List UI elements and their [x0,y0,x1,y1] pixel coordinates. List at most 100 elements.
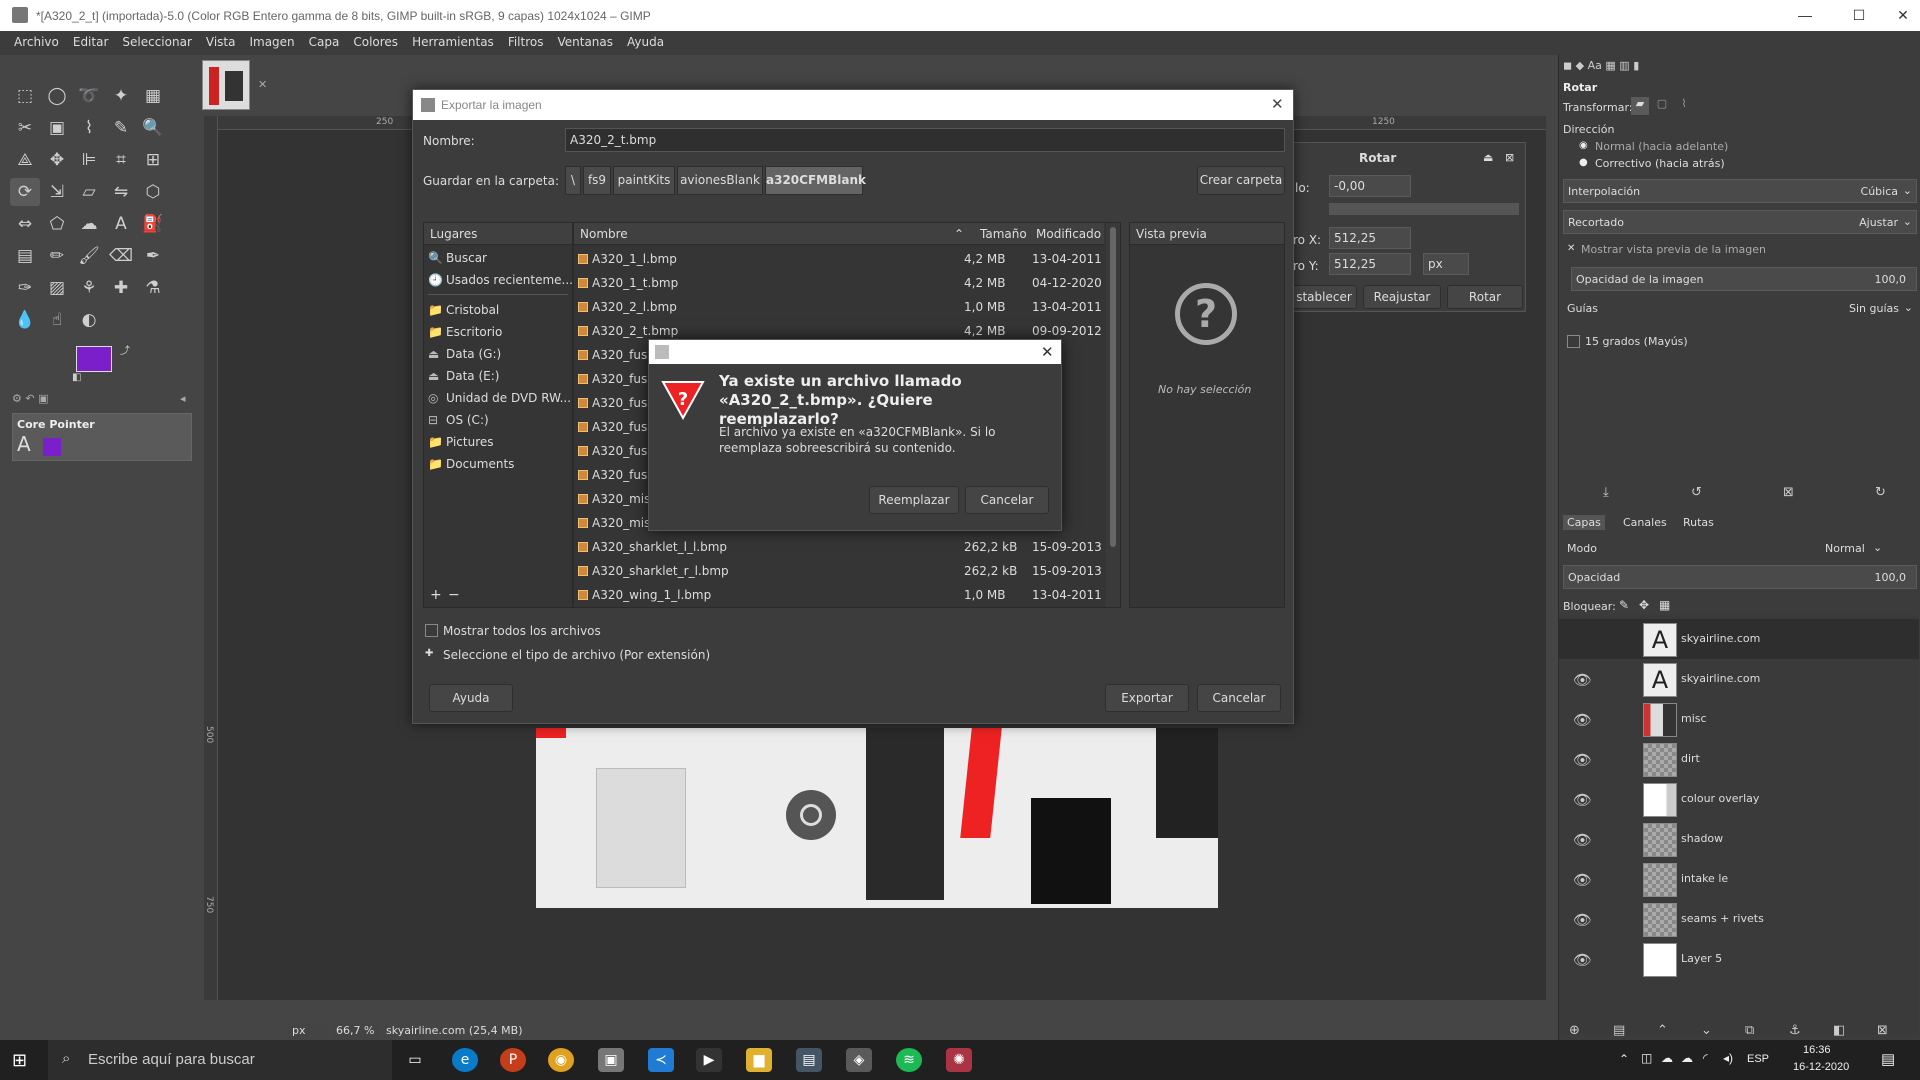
gimp-taskbar-icon[interactable]: ◈ [846,1048,872,1072]
gradients-tab-icon[interactable]: ▮ [1633,59,1639,72]
vscode-icon[interactable]: ≺ [648,1048,674,1072]
lock-pixels-icon[interactable]: ✎ [1619,598,1629,612]
lower-layer-icon[interactable]: ⌄ [1701,1023,1712,1038]
close-icon[interactable]: ✕ [1271,95,1284,113]
photos-icon[interactable]: ▣ [598,1048,624,1072]
delete-layer-icon[interactable]: ⊠ [1877,1023,1888,1038]
image-opacity-slider[interactable]: Opacidad de la imagen 100,0 [1571,267,1917,291]
place-os-c[interactable]: ⊟ OS (C:) [428,409,489,431]
flip-tool-icon[interactable]: ⇋ [106,178,136,206]
mypaint-brush-tool-icon[interactable]: ▨ [42,274,72,302]
anchor-layer-icon[interactable]: ⚓ [1789,1023,1801,1038]
visibility-eye-icon[interactable]: 👁 [1573,831,1592,849]
align-tool-icon[interactable]: ⊫ [74,146,104,174]
visibility-eye-icon[interactable]: 👁 [1573,751,1592,769]
center-y-input[interactable]: 512,25 [1329,253,1411,275]
direction-corrective-radio[interactable]: ● [1579,157,1588,168]
cage-tool-icon[interactable]: ⬠ [42,210,72,238]
minimize-button[interactable]: — [1782,0,1828,31]
file-row[interactable]: A320_sharklet_r_l.bmp 262,2 kB 15-09-2013 [574,559,1104,583]
help-button[interactable]: Ayuda [429,684,513,712]
file-scrollbar[interactable] [1106,223,1120,607]
tab-paths[interactable]: Rutas [1679,515,1718,530]
menu-imagen[interactable]: Imagen [242,31,301,49]
fonts-tab-icon[interactable]: Aa [1588,59,1602,72]
network-icon[interactable]: ◜ [1703,1051,1708,1065]
close-window-button[interactable]: ✕ [1880,0,1920,31]
menu-editar[interactable]: Editar [66,31,116,49]
foreground-color-swatch[interactable] [76,346,112,372]
angle-slider[interactable] [1329,203,1519,215]
clock-time[interactable]: 16:36 [1803,1044,1831,1056]
visibility-eye-icon[interactable]: 👁 [1573,951,1592,969]
file-row[interactable]: A320_2_l.bmp 1,0 MB 13-04-2011 [574,295,1104,319]
patterns-tab-icon[interactable]: ▦ [1605,59,1615,72]
dodge-burn-tool-icon[interactable]: ◐ [74,306,104,334]
rotate-close-icon[interactable]: ⊠ [1505,151,1514,164]
layer-row[interactable]: 👁 A skyairline.com [1559,659,1919,699]
menu-ayuda[interactable]: Ayuda [620,31,671,49]
place-cristobal[interactable]: 📁 Cristobal [428,299,499,321]
task-view-icon[interactable]: ▭ [402,1048,428,1072]
close-tab-icon[interactable]: ✕ [258,78,267,91]
filename-input[interactable]: A320_2_t.bmp [565,128,1285,152]
place-data-e[interactable]: ⏏ Data (E:) [428,365,499,387]
breadcrumb-paintkits[interactable]: paintKits [613,166,675,195]
restore-preset-icon[interactable]: ↺ [1691,485,1702,500]
vertical-ruler[interactable]: 500 750 [204,116,218,1000]
windows-start-icon[interactable]: ⊞ [12,1050,27,1071]
clone-tool-icon[interactable]: ⚘ [74,274,104,302]
reset-button[interactable]: stablecer [1291,285,1357,309]
perspective-clone-tool-icon[interactable]: ⚗ [138,274,168,302]
gradient-tool-icon[interactable]: ▤ [10,242,40,270]
onedrive-icon[interactable]: ☁ [1661,1051,1673,1065]
show-all-files-checkbox[interactable] [425,624,438,637]
chrome-icon[interactable]: ◉ [548,1048,574,1072]
snap-15-checkbox[interactable] [1567,335,1580,348]
cloud-icon[interactable]: ☁ [1681,1051,1693,1065]
menu-filtros[interactable]: Filtros [501,31,551,49]
file-row[interactable]: A320_1_l.bmp 4,2 MB 13-04-2011 [574,247,1104,271]
transform-layer-icon[interactable]: ▰ [1631,97,1649,115]
default-colors-icon[interactable]: ◧ [72,372,81,383]
place-documents[interactable]: 📁 Documents [428,453,514,475]
column-modified-header[interactable]: Modificado [1030,223,1104,245]
paths-tool-icon[interactable]: ⌇ [74,114,104,142]
file-row[interactable]: A320_sharklet_l_l.bmp 262,2 kB 15-09-2013 [574,535,1104,559]
cancel-export-button[interactable]: Cancelar [1197,684,1281,712]
zoom-select[interactable]: 66,7 % [332,1024,380,1040]
layer-row[interactable]: 👁 misc [1559,699,1919,739]
rotate-dock-icon[interactable]: ⏏ [1483,151,1493,164]
swap-colors-icon[interactable]: ⤴ [120,342,130,357]
blur-tool-icon[interactable]: 💧 [10,306,40,334]
tab-channels[interactable]: Canales [1619,515,1671,530]
menu-ventanas[interactable]: Ventanas [550,31,620,49]
place-escritorio[interactable]: 📁 Escritorio [428,321,502,343]
show-preview-checkbox[interactable]: ✕ [1567,243,1575,254]
visibility-eye-icon[interactable]: 👁 [1573,791,1592,809]
smudge-warp-tool-icon[interactable]: ☁ [74,210,104,238]
breadcrumb-avionesblank[interactable]: avionesBlank [677,166,763,195]
color-picker-tool-icon[interactable]: ✎ [106,114,136,142]
menu-archivo[interactable]: Archivo [0,31,66,49]
raise-layer-icon[interactable]: ⌃ [1657,1023,1668,1038]
ink-tool-icon[interactable]: ✑ [10,274,40,302]
new-group-icon[interactable]: ▤ [1613,1023,1625,1038]
replace-button[interactable]: Reemplazar [869,486,959,514]
scale-tool-icon[interactable]: ⇲ [42,178,72,206]
unit-select[interactable]: px [1423,253,1469,275]
breadcrumb-fs9[interactable]: fs9 [583,166,611,195]
interpolation-select[interactable]: Interpolación Cúbica ⌄ [1563,179,1917,203]
powerpoint-icon[interactable]: P [500,1048,526,1072]
file-row[interactable]: A320_1_t.bmp 4,2 MB 04-12-2020 [574,271,1104,295]
ellipse-select-tool-icon[interactable]: ◯ [42,82,72,110]
remote-desktop-icon[interactable]: ▤ [796,1048,822,1072]
perspective-tool-icon[interactable]: ⬡ [138,178,168,206]
shear-tool-icon[interactable]: ▱ [74,178,104,206]
clipping-select[interactable]: Recortado Ajustar ⌄ [1563,210,1917,234]
warp-tool-icon[interactable]: ⇔ [10,210,40,238]
volume-icon[interactable]: ◂) [1723,1051,1733,1065]
text-tool-icon[interactable]: A [106,210,136,238]
foreground-select-tool-icon[interactable]: ▣ [42,114,72,142]
transform-path-icon[interactable]: ⌇ [1675,97,1693,115]
